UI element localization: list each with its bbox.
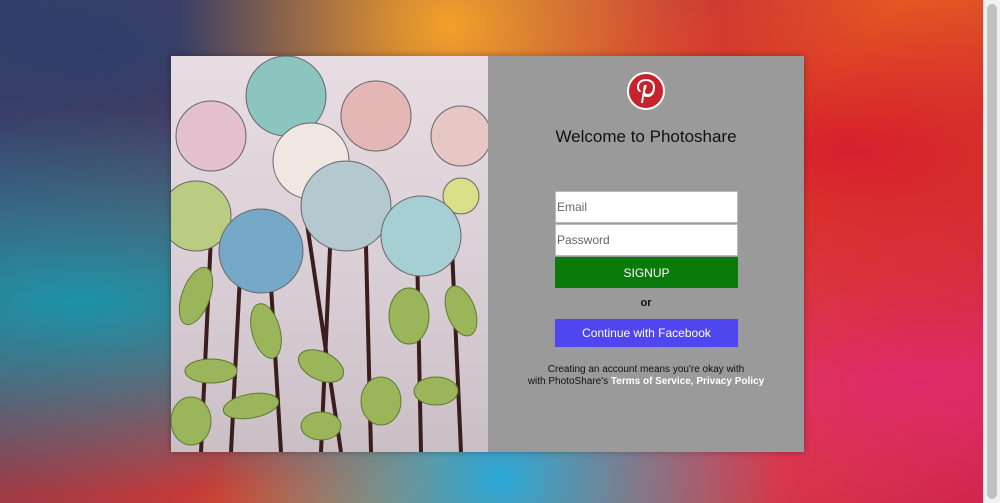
terms-notice: Creating an account means you're okay wi… (488, 364, 804, 388)
vertical-scrollbar[interactable] (983, 0, 1000, 503)
privacy-policy-link[interactable]: Privacy Policy (696, 376, 764, 387)
pinterest-icon (637, 79, 655, 103)
email-input[interactable] (555, 191, 738, 223)
terms-prefix: with PhotoShare's (527, 376, 609, 387)
fabric-flowers-image (171, 56, 488, 452)
terms-line-2: with PhotoShare's Terms of Service, Priv… (488, 376, 804, 388)
terms-of-service-link[interactable]: Terms of Service, (611, 376, 694, 387)
password-input[interactable] (555, 224, 738, 256)
signup-card: Welcome to Photoshare SIGNUP or Continue… (171, 56, 804, 452)
flowers-photo (171, 56, 488, 452)
welcome-title: Welcome to Photoshare (555, 127, 737, 146)
or-separator: or (640, 297, 652, 309)
signup-button[interactable]: SIGNUP (555, 257, 738, 288)
signup-panel: Welcome to Photoshare SIGNUP or Continue… (488, 56, 804, 452)
scrollbar-thumb[interactable] (987, 4, 997, 499)
terms-line-1: Creating an account means you're okay wi… (547, 364, 745, 375)
continue-with-facebook-button[interactable]: Continue with Facebook (555, 319, 738, 347)
pinterest-logo (627, 72, 665, 110)
